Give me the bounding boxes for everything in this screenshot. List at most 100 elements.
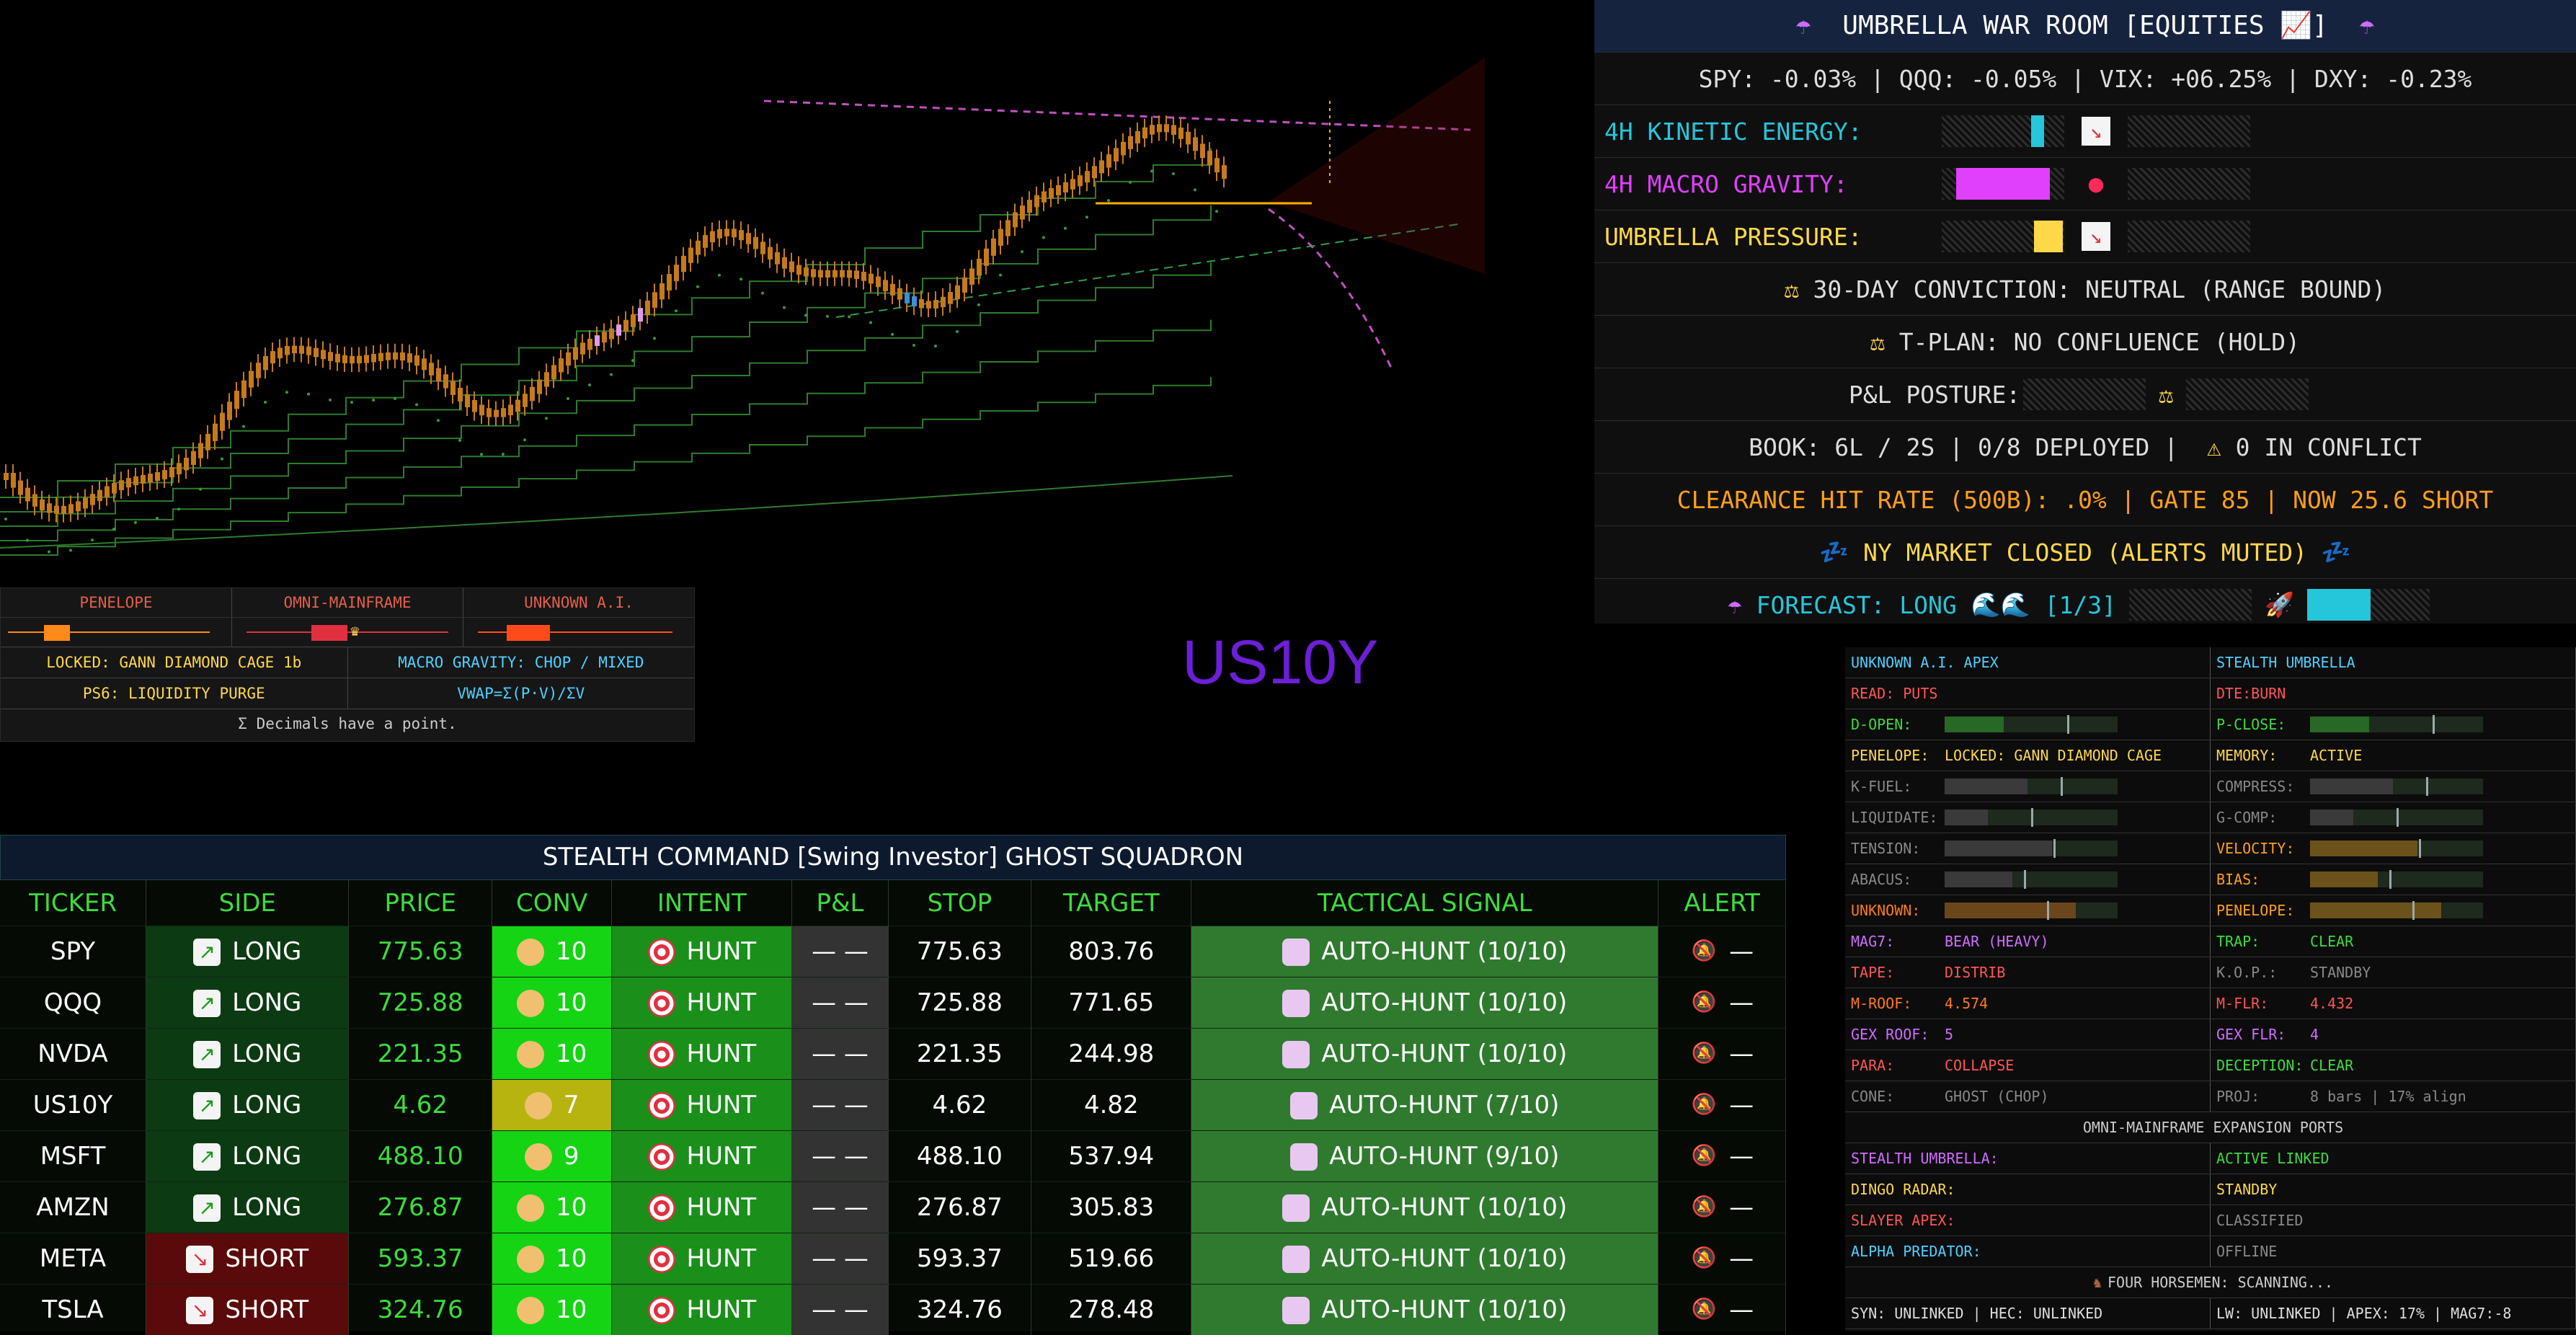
price-chart[interactable] xyxy=(0,0,1593,577)
candle-body xyxy=(1034,195,1039,207)
stealth-key: GEX FLR: xyxy=(2216,1026,2310,1043)
gauge-fill xyxy=(1945,871,2012,887)
column-header[interactable]: PRICE xyxy=(349,880,492,926)
table-row[interactable]: AMZN↗LONG276.8710HUNT— —276.87305.83AUTO… xyxy=(0,1182,1786,1233)
stealth-value: 4.432 xyxy=(2310,995,2353,1012)
column-header[interactable]: STOP xyxy=(888,880,1031,926)
forecast-cone xyxy=(1269,58,1485,274)
table-row[interactable]: SPY↗LONG775.6310HUNT— —775.63803.76AUTO-… xyxy=(0,926,1786,977)
candle-body xyxy=(905,293,910,303)
cell-alert: 🔕— xyxy=(1658,977,1786,1029)
cell-side: ↗LONG xyxy=(146,1182,349,1233)
table-row[interactable]: TSLA↘SHORT324.7610HUNT— —324.76278.48AUT… xyxy=(0,1285,1786,1335)
bell-muted-icon[interactable]: 🔕 xyxy=(1690,990,1718,1017)
candle-body xyxy=(789,262,794,272)
stealth-cell: PENELOPE:LOCKED: GANN DIAMOND CAGE xyxy=(1845,740,2211,771)
price-value: 488.10 xyxy=(378,1142,463,1171)
signal-value: AUTO-HUNT (10/10) xyxy=(1321,937,1567,966)
chart-up-icon: 📈 xyxy=(2280,11,2312,40)
candle-body xyxy=(97,490,102,501)
stealth-key: TENSION: xyxy=(1851,840,1945,857)
column-header[interactable]: SIDE xyxy=(146,880,349,926)
chart-up-icon: ↗ xyxy=(193,939,221,966)
penelope-header: PENELOPE xyxy=(1,588,232,617)
candle-body xyxy=(465,394,470,407)
cell-intent: HUNT xyxy=(612,1285,792,1335)
candle-body xyxy=(306,347,311,355)
target-value: 803.76 xyxy=(1068,937,1154,966)
bell-muted-icon[interactable]: 🔕 xyxy=(1690,1297,1718,1324)
column-header[interactable]: CONV xyxy=(492,880,611,926)
signal-value: AUTO-HUNT (7/10) xyxy=(1329,1091,1559,1119)
column-header[interactable]: TACTICAL SIGNAL xyxy=(1191,880,1658,926)
candle-body xyxy=(68,504,74,513)
candle-body xyxy=(18,481,23,495)
candle-body xyxy=(1207,151,1212,165)
ticker-value: SPY xyxy=(50,937,95,966)
trailing-dot xyxy=(480,453,483,456)
stealth-value: 8 bars | 17% align xyxy=(2310,1088,2466,1105)
table-row[interactable]: NVDA↗LONG221.3510HUNT— —221.35244.98AUTO… xyxy=(0,1029,1786,1080)
bell-muted-icon[interactable]: 🔕 xyxy=(1690,1194,1718,1222)
candle-body xyxy=(1005,220,1011,236)
cell-conv: 10 xyxy=(492,1233,611,1285)
cell-signal: AUTO-HUNT (7/10) xyxy=(1191,1080,1658,1131)
candle-body xyxy=(818,270,823,278)
candle-body xyxy=(537,380,542,394)
bell-muted-icon[interactable]: 🔕 xyxy=(1690,1246,1718,1273)
column-header[interactable]: ALERT xyxy=(1658,880,1786,926)
trailing-dot xyxy=(956,330,959,333)
bell-muted-icon[interactable]: 🔕 xyxy=(1690,1041,1718,1068)
robot-icon xyxy=(1282,1194,1310,1222)
cell-intent: HUNT xyxy=(612,1080,792,1131)
stealth-cell: DTE:BURN xyxy=(2211,678,2576,709)
stealth-key: M-ROOF: xyxy=(1851,995,1945,1012)
trailing-dot xyxy=(912,344,915,347)
pressure-label: UMBRELLA PRESSURE: xyxy=(1604,223,1929,251)
trailing-dot xyxy=(848,315,850,318)
cell-ticker: MSFT xyxy=(0,1131,146,1182)
stealth-key: UNKNOWN A.I. APEX xyxy=(1851,654,1999,671)
pl-value: — — xyxy=(812,937,869,966)
candle-body xyxy=(530,387,535,402)
cell-pl: — — xyxy=(792,1285,888,1335)
candle-body xyxy=(804,267,809,276)
gauge-fill xyxy=(1945,779,2028,794)
bell-muted-icon[interactable]: 🔕 xyxy=(1690,939,1718,966)
candle-body xyxy=(205,434,210,451)
bell-muted-icon[interactable]: 🔕 xyxy=(1690,1143,1718,1171)
target-value: 244.98 xyxy=(1068,1039,1154,1068)
cell-stop: 324.76 xyxy=(888,1285,1031,1335)
cell-price: 725.88 xyxy=(349,977,492,1029)
stealth-cell: MAG7:BEAR (HEAVY) xyxy=(1845,926,2211,957)
candle-body xyxy=(141,475,146,484)
column-header[interactable]: P&L xyxy=(792,880,888,926)
conv-value: 10 xyxy=(556,1295,587,1324)
price-value: 221.35 xyxy=(378,1039,463,1068)
stealth-cell: K-FUEL: xyxy=(1845,771,2211,802)
stealth-key: GEX ROOF: xyxy=(1851,1026,1945,1043)
table-row[interactable]: US10Y↗LONG4.627HUNT— —4.624.82AUTO-HUNT … xyxy=(0,1080,1786,1131)
expansion-header: OMNI-MAINFRAME EXPANSION PORTS xyxy=(1845,1112,2576,1143)
stealth-gauge xyxy=(1945,871,2118,887)
table-row[interactable]: QQQ↗LONG725.8810HUNT— —725.88771.65AUTO-… xyxy=(0,977,1786,1029)
cell-price: 221.35 xyxy=(349,1029,492,1080)
stop-value: 221.35 xyxy=(917,1039,1003,1068)
trailing-dot xyxy=(718,274,721,277)
table-row[interactable]: MSFT↗LONG488.109HUNT— —488.10537.94AUTO-… xyxy=(0,1131,1786,1182)
cell-ticker: TSLA xyxy=(0,1285,146,1335)
column-header[interactable]: TARGET xyxy=(1031,880,1191,926)
wave-icon: 🌊🌊 xyxy=(1971,590,2030,619)
stop-value: 324.76 xyxy=(917,1295,1003,1324)
table-row[interactable]: META↘SHORT593.3710HUNT— —593.37519.66AUT… xyxy=(0,1233,1786,1285)
gauge-tick xyxy=(2061,777,2063,796)
column-header[interactable]: TICKER xyxy=(0,880,146,926)
trailing-dot xyxy=(437,419,440,422)
column-header[interactable]: INTENT xyxy=(612,880,792,926)
candle-body xyxy=(299,346,304,354)
candle-body xyxy=(559,358,564,372)
candle-body xyxy=(1092,166,1097,178)
cell-alert: 🔕— xyxy=(1658,1233,1786,1285)
candle-body xyxy=(869,274,874,284)
bell-muted-icon[interactable]: 🔕 xyxy=(1690,1092,1718,1119)
